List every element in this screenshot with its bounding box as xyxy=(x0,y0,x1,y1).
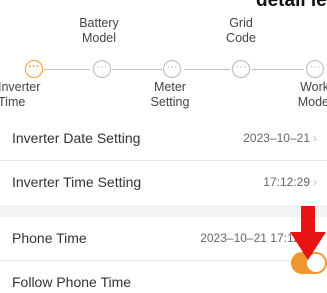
inverter-time-value: 17:12:29 xyxy=(263,175,310,189)
follow-phone-time-label: Follow Phone Time xyxy=(12,274,132,290)
step-connector xyxy=(44,69,90,70)
screen: detail level Battery Model Grid Code Inv… xyxy=(0,0,327,293)
step-label-text: Battery Model xyxy=(79,16,119,45)
step-label-meter-setting: Meter Setting xyxy=(130,80,210,110)
setup-stepper: Battery Model Grid Code Inverter Time Me… xyxy=(0,14,327,124)
step-connector xyxy=(184,69,230,70)
title-bar: detail level xyxy=(0,0,327,14)
inverter-time-setting-row[interactable]: Inverter Time Setting 17:12:29 › xyxy=(0,161,327,205)
step-node-grid-code[interactable]: ··· xyxy=(232,60,250,78)
title-fragment: detail level xyxy=(256,0,327,11)
step-connector xyxy=(112,69,162,70)
more-dots-icon: ··· xyxy=(96,61,108,73)
step-label-inverter-time: Inverter Time xyxy=(0,80,78,110)
phone-time-row: Phone Time 2023–10–21 17:12:32 xyxy=(0,217,327,261)
phone-time-label: Phone Time xyxy=(12,230,87,246)
step-connector xyxy=(252,69,304,70)
inverter-time-value-group: 17:12:29 › xyxy=(263,175,317,189)
step-node-meter-setting[interactable]: ··· xyxy=(163,60,181,78)
inverter-date-value: 2023–10–21 xyxy=(243,131,310,145)
step-node-battery-model[interactable]: ··· xyxy=(93,60,111,78)
inverter-time-label: Inverter Time Setting xyxy=(12,174,142,190)
step-label-battery-model: Battery Model xyxy=(59,16,139,46)
chevron-right-icon: › xyxy=(313,131,317,145)
time-settings-list: Inverter Date Setting 2023–10–21 › Invert… xyxy=(0,117,327,293)
step-label-grid-code: Grid Code xyxy=(201,16,281,46)
more-dots-icon: ··· xyxy=(235,61,247,73)
step-label-text: Inverter Time xyxy=(0,80,41,109)
step-label-text: Work Mode xyxy=(297,80,327,109)
red-down-arrow-icon xyxy=(290,206,326,260)
inverter-date-value-group: 2023–10–21 › xyxy=(243,131,317,145)
follow-phone-time-row: Follow Phone Time xyxy=(0,261,327,293)
chevron-right-icon: › xyxy=(313,175,317,189)
more-dots-icon: ··· xyxy=(166,61,178,73)
inverter-date-setting-row[interactable]: Inverter Date Setting 2023–10–21 › xyxy=(0,117,327,161)
section-divider xyxy=(0,205,327,217)
step-node-inverter-time[interactable]: ··· xyxy=(25,60,43,78)
step-label-text: Grid Code xyxy=(226,16,256,45)
step-label-work-mode: Work Mode xyxy=(249,80,327,110)
step-label-text: Meter Setting xyxy=(150,80,190,109)
more-dots-icon: ··· xyxy=(28,61,40,73)
inverter-date-label: Inverter Date Setting xyxy=(12,130,141,146)
step-node-work-mode[interactable]: ··· xyxy=(306,60,324,78)
more-dots-icon: ··· xyxy=(309,61,321,73)
